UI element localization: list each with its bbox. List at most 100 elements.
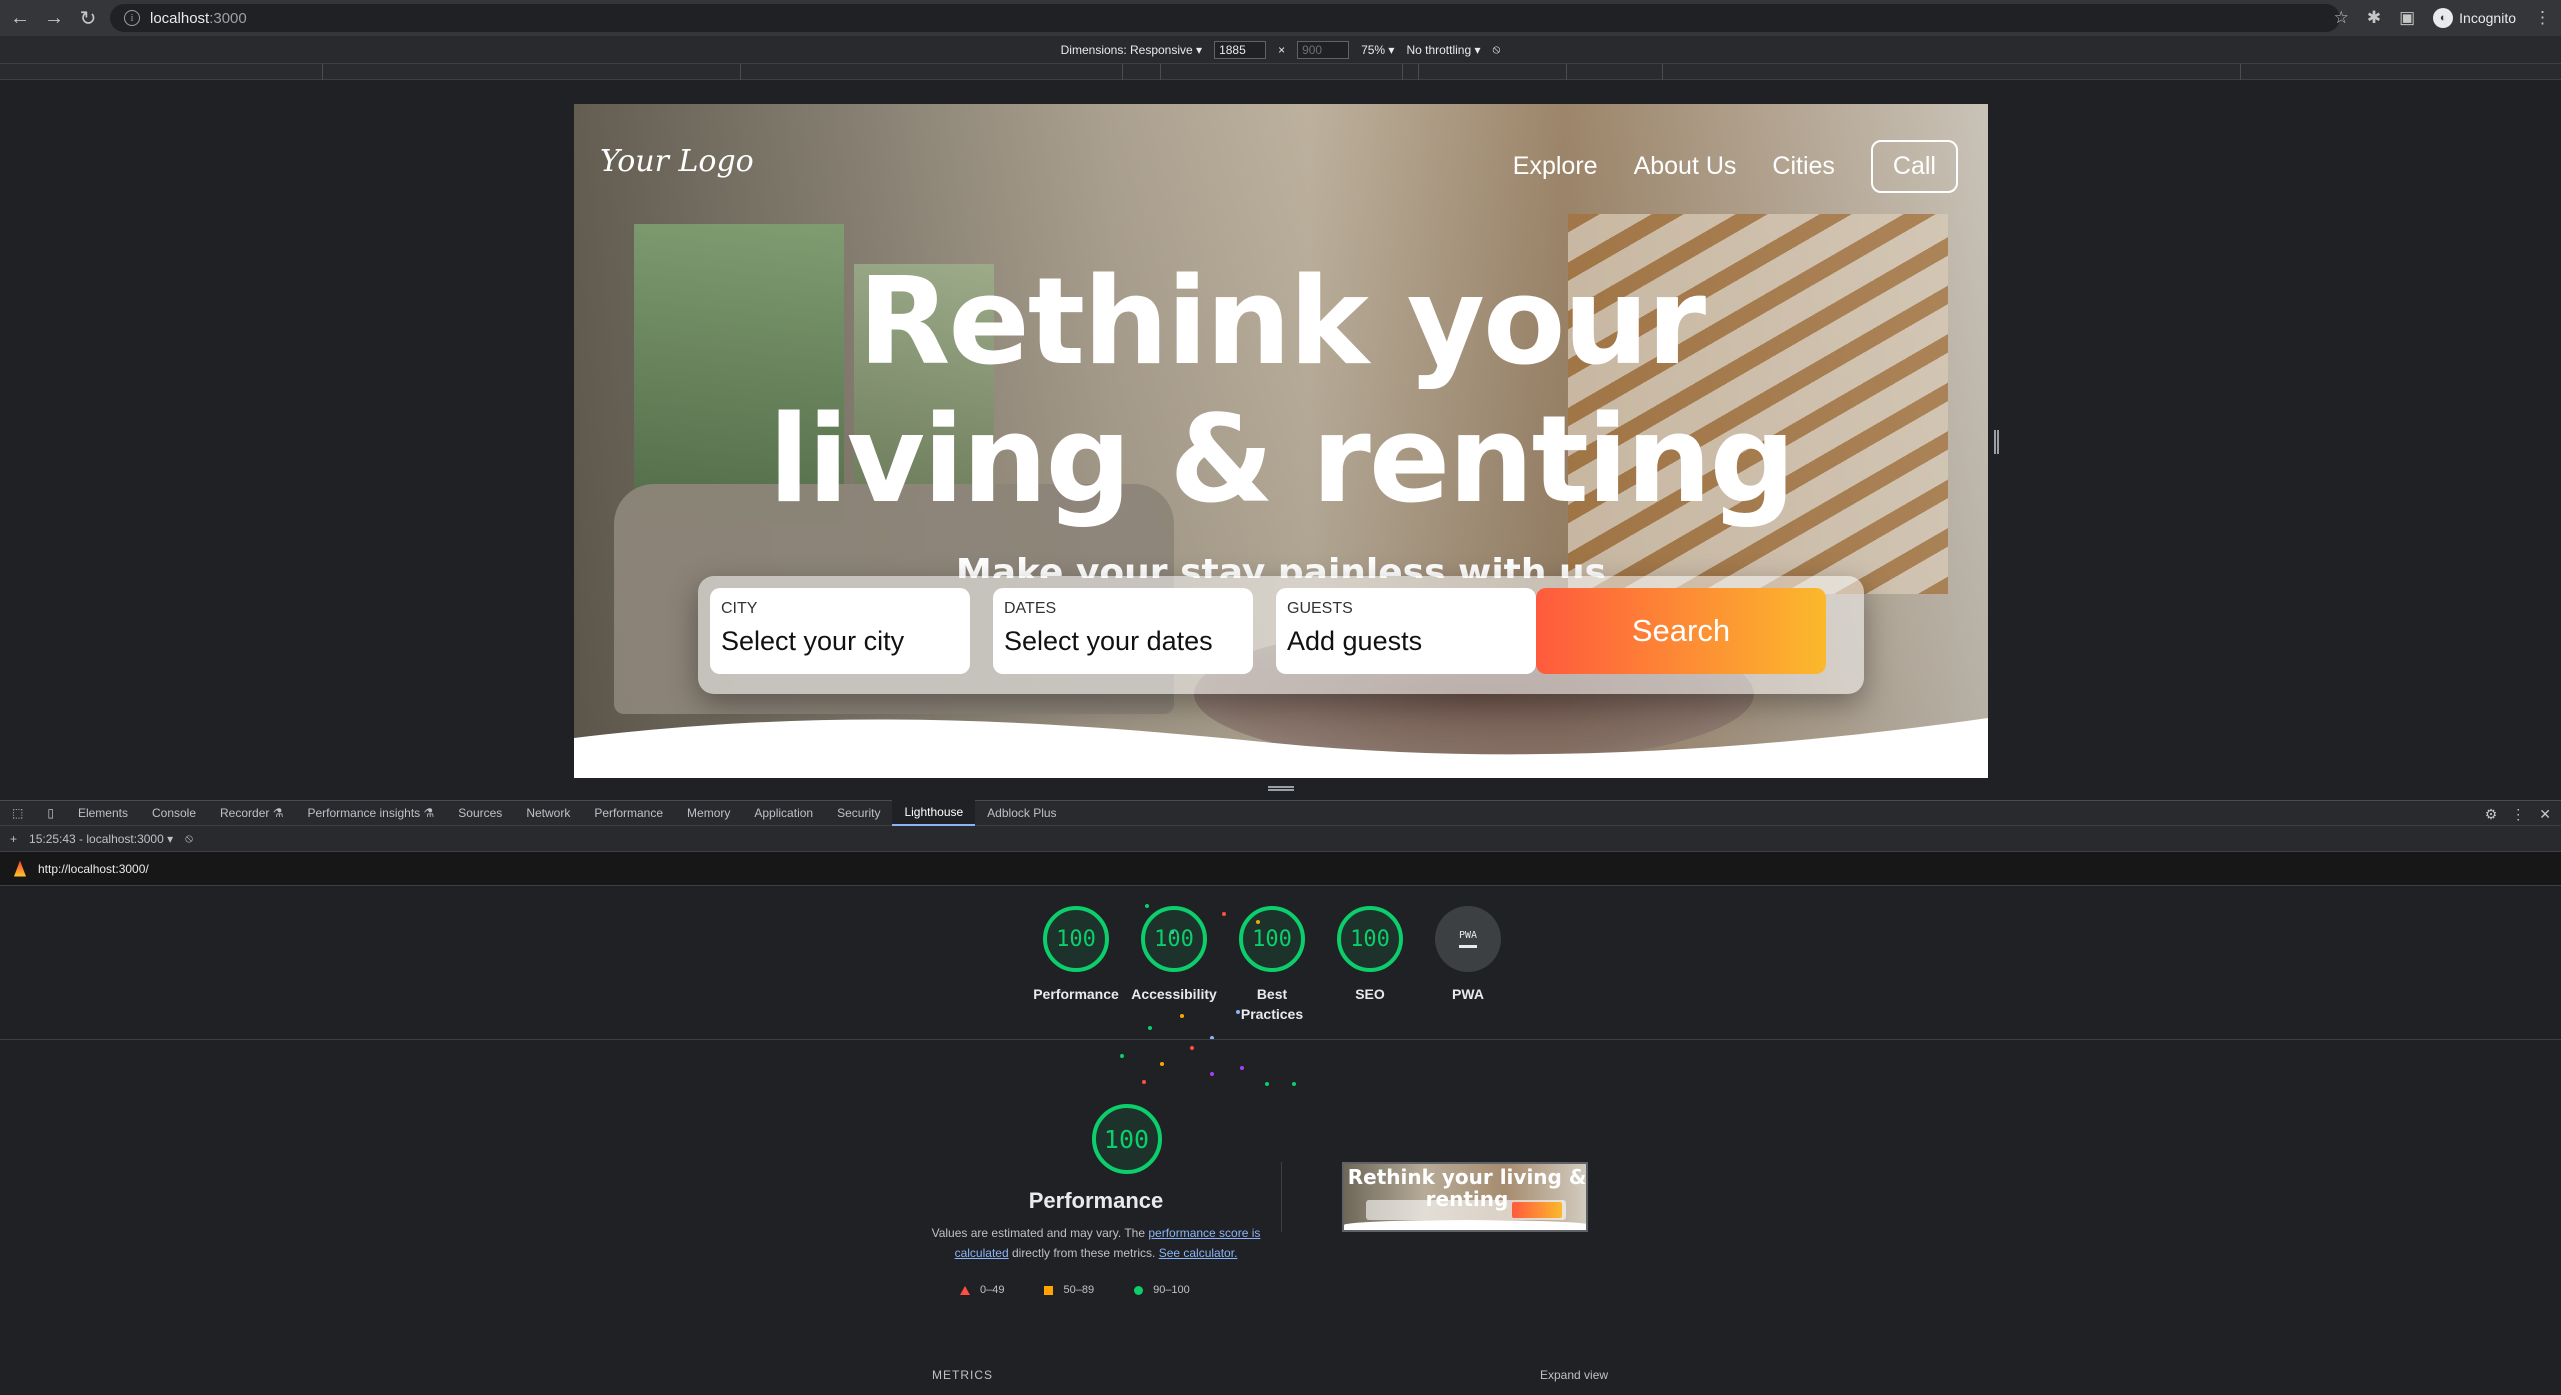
viewport-height-handle[interactable] (1268, 786, 1294, 791)
reload-icon[interactable]: ↻ (74, 4, 102, 32)
guests-field[interactable]: GUESTS Add guests (1276, 588, 1536, 674)
score-performance[interactable]: 100 Performance (1033, 906, 1119, 1024)
browser-menu-icon[interactable]: ⋮ (2534, 8, 2551, 28)
zoom-dropdown[interactable]: 75% ▾ (1361, 43, 1394, 57)
category-scores: 100 Performance 100 Accessibility 100 Be… (1033, 906, 1504, 1024)
report-url-bar: http://localhost:3000/ (0, 852, 2561, 886)
legend-average-label: 50–89 (1063, 1284, 1095, 1296)
media-query-ruler[interactable] (0, 64, 2561, 80)
width-input[interactable]: 1885 (1214, 40, 1267, 59)
performance-label: Performance (1033, 986, 1119, 1002)
score-accessibility[interactable]: 100 Accessibility (1131, 906, 1217, 1024)
inspect-element-icon[interactable]: ⬚ (0, 800, 35, 826)
thumbnail-search-button (1512, 1202, 1562, 1218)
final-screenshot-thumbnail[interactable]: Rethink your living & renting (1342, 1162, 1588, 1232)
device-toolbar: Dimensions: Responsive ▾ 1885 × 900 75% … (0, 36, 2561, 64)
tab-console[interactable]: Console (140, 800, 208, 826)
hero-headline: Rethink your living & renting (574, 254, 1988, 530)
score-legend: 0–49 50–89 90–100 (960, 1284, 1190, 1296)
seo-gauge: 100 (1337, 906, 1403, 972)
bookmark-star-icon[interactable]: ☆ (2334, 8, 2349, 28)
site-nav: Explore About Us Cities Call (1513, 140, 1958, 193)
legend-pass: 90–100 (1134, 1284, 1190, 1296)
pwa-label: PWA (1452, 986, 1484, 1002)
search-button[interactable]: Search (1536, 588, 1826, 674)
city-field[interactable]: CITY Select your city (710, 588, 970, 674)
desc-prefix: Values are estimated and may vary. The (931, 1226, 1149, 1240)
extensions-icon[interactable]: ✱ (2367, 8, 2381, 28)
accessibility-label: Accessibility (1131, 986, 1217, 1002)
score-pwa[interactable]: PWA PWA (1432, 906, 1504, 1024)
tab-lighthouse[interactable]: Lighthouse (892, 800, 976, 826)
settings-icon[interactable]: ⚙ (2485, 806, 2498, 823)
legend-fail: 0–49 (960, 1284, 1004, 1296)
lighthouse-toolbar: + 15:25:43 - localhost:3000 ▾ ⦸ (0, 826, 2561, 852)
dates-field[interactable]: DATES Select your dates (993, 588, 1253, 674)
clear-reports-icon[interactable]: ⦸ (185, 831, 193, 846)
viewport-resize-handle[interactable] (1994, 430, 1999, 454)
tab-performance[interactable]: Performance (582, 800, 675, 826)
device-toggle-icon[interactable]: ▯ (35, 800, 66, 826)
site-info-icon[interactable]: i (124, 10, 140, 26)
report-selector[interactable]: 15:25:43 - localhost:3000 ▾ (29, 832, 173, 846)
tab-elements[interactable]: Elements (66, 800, 140, 826)
devtools-menu-icon[interactable]: ⋮ (2511, 806, 2525, 823)
rotate-icon[interactable]: ⦸ (1493, 42, 1501, 57)
lighthouse-report: 100 Performance 100 Accessibility 100 Be… (0, 886, 2561, 1395)
site-hero: Your Logo Explore About Us Cities Call R… (574, 104, 1988, 778)
dimensions-dropdown[interactable]: Dimensions: Responsive ▾ (1061, 43, 1202, 57)
pwa-badge-icon: PWA (1435, 906, 1501, 972)
tab-sources[interactable]: Sources (446, 800, 514, 826)
profile-button[interactable]: ◐ Incognito (2433, 8, 2516, 28)
accessibility-gauge: 100 (1141, 906, 1207, 972)
headline-line-1: Rethink your (858, 253, 1706, 392)
guests-label: GUESTS (1287, 600, 1353, 617)
close-icon[interactable]: ✕ (2539, 806, 2551, 823)
search-form: CITY Select your city DATES Select your … (698, 576, 1864, 694)
performance-description: Values are estimated and may vary. The p… (930, 1223, 1262, 1263)
tab-performance-insights[interactable]: Performance insights ⚗ (295, 800, 446, 826)
see-calculator-link[interactable]: See calculator. (1159, 1246, 1238, 1260)
report-url[interactable]: http://localhost:3000/ (38, 862, 149, 876)
performance-score-ring: 100 (1091, 1104, 1162, 1174)
tab-security[interactable]: Security (825, 800, 892, 826)
address-bar[interactable]: i localhost:3000 (110, 4, 2340, 32)
desc-middle: directly from these metrics. (1008, 1246, 1159, 1260)
nav-cities[interactable]: Cities (1772, 152, 1835, 181)
pwa-badge-text: PWA (1458, 930, 1478, 941)
tab-recorder[interactable]: Recorder ⚗ (208, 800, 295, 826)
headline-line-2: living & renting (768, 391, 1796, 530)
lighthouse-icon (14, 860, 26, 877)
height-input[interactable]: 900 (1297, 40, 1350, 59)
average-square-icon (1044, 1285, 1054, 1295)
new-report-icon[interactable]: + (10, 832, 17, 846)
performance-title: Performance (1028, 1188, 1164, 1213)
side-panel-icon[interactable]: ▣ (2399, 8, 2415, 28)
browser-toolbar: ← → ↻ i localhost:3000 ☆ ✱ ▣ ◐ Incognito… (0, 0, 2561, 36)
nav-about-us[interactable]: About Us (1634, 152, 1737, 181)
legend-pass-label: 90–100 (1153, 1284, 1190, 1296)
back-icon[interactable]: ← (6, 4, 34, 32)
pwa-dash-icon (1459, 945, 1477, 948)
tab-application[interactable]: Application (742, 800, 825, 826)
tab-memory[interactable]: Memory (675, 800, 742, 826)
dates-label: DATES (1004, 600, 1057, 617)
thumbnail-wave (1344, 1220, 1586, 1230)
score-seo[interactable]: 100 SEO (1334, 906, 1406, 1024)
best-practices-label: Best Practices (1240, 986, 1304, 1022)
devtools-tab-bar: ⬚ ▯ Elements Console Recorder ⚗ Performa… (0, 800, 2561, 826)
dates-value: Select your dates (1004, 626, 1213, 656)
nav-explore[interactable]: Explore (1513, 152, 1598, 181)
call-button[interactable]: Call (1870, 140, 1958, 193)
throttling-dropdown[interactable]: No throttling ▾ (1406, 43, 1480, 57)
browser-actions: ☆ ✱ ▣ ◐ Incognito ⋮ (2334, 4, 2551, 32)
tab-network[interactable]: Network (514, 800, 582, 826)
fail-triangle-icon (960, 1285, 970, 1295)
performance-summary-gauge: 100 (1060, 1104, 1193, 1174)
tab-adblock-plus[interactable]: Adblock Plus (975, 800, 1068, 826)
score-best-practices[interactable]: 100 Best Practices (1236, 906, 1308, 1024)
expand-view-toggle[interactable]: Expand view (1540, 1368, 1608, 1382)
city-label: CITY (721, 600, 758, 617)
site-logo[interactable]: Your Logo (600, 144, 754, 179)
forward-icon[interactable]: → (40, 4, 68, 32)
